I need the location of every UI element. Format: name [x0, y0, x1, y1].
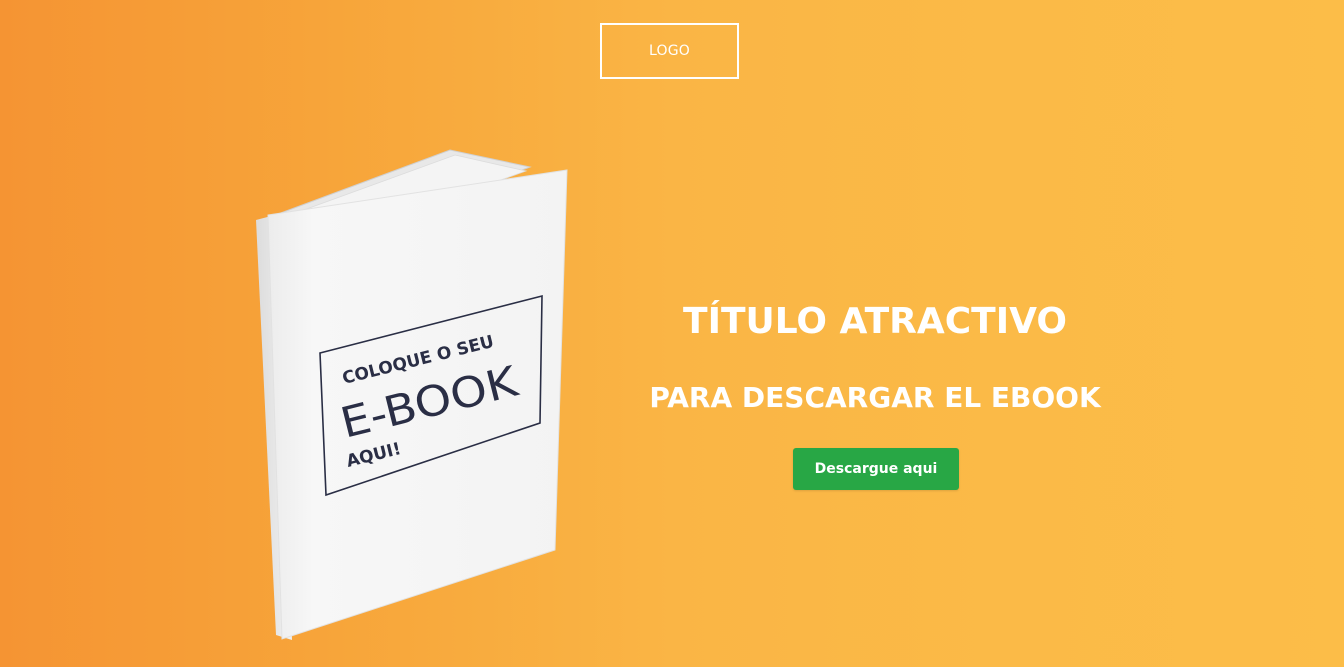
download-button[interactable]: Descargue aqui [793, 448, 959, 490]
ebook-cover-image: COLOQUE O SEU E-BOOK AQUI! [250, 145, 580, 645]
hero-title: TÍTULO ATRACTIVO [683, 301, 1067, 342]
logo-label: LOGO [649, 43, 690, 59]
logo-placeholder[interactable]: LOGO [600, 23, 739, 79]
hero-subtitle: PARA DESCARGAR EL EBOOK [649, 381, 1101, 414]
